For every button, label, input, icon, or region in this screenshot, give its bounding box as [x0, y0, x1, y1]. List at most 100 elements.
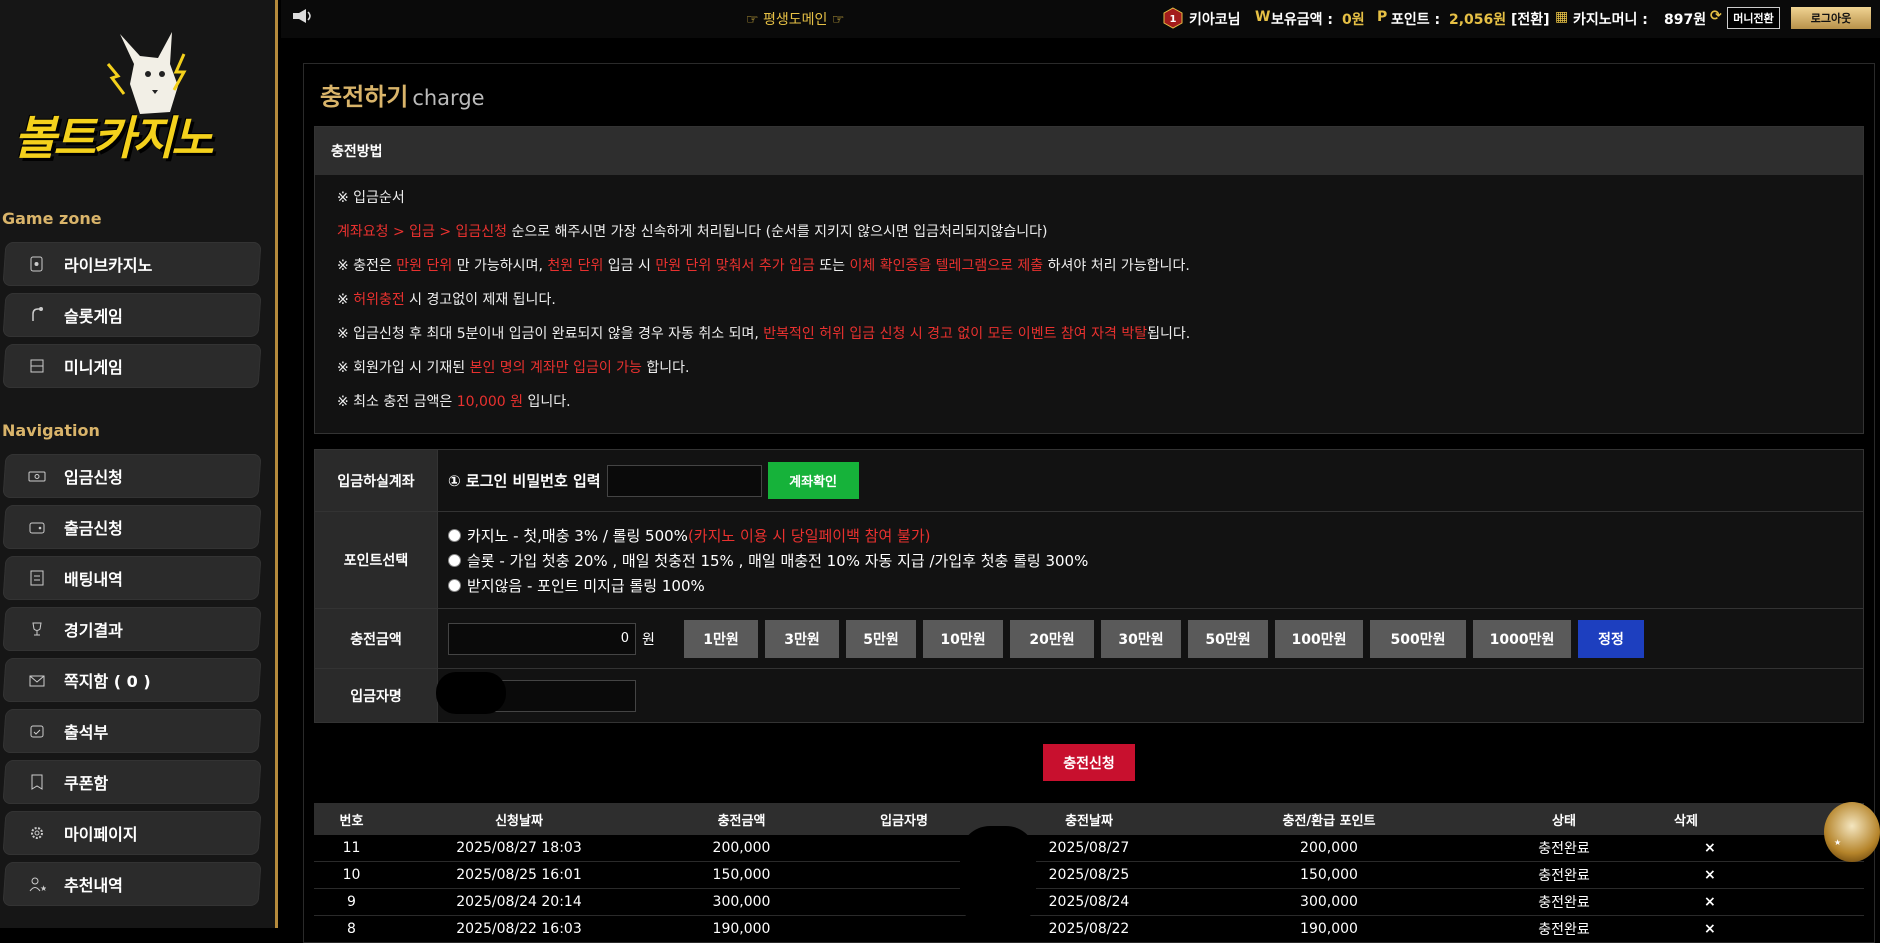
radio-button[interactable] — [448, 578, 461, 592]
svg-text:1: 1 — [1170, 14, 1177, 25]
sidebar-item-mail[interactable]: 쪽지함 ( 0 ) — [2, 658, 262, 702]
point-option-text: 카지노 - 첫,매충 3% / 롤링 500% — [467, 526, 688, 545]
casino-money-label: 카지노머니 : — [1573, 12, 1648, 28]
mini-game-icon — [26, 355, 48, 377]
point-convert-link[interactable]: [전환] — [1511, 9, 1550, 29]
point-label: 포인트 : — [1391, 12, 1441, 28]
point-select-label: 포인트선택 — [314, 511, 438, 609]
table-cell: 10 — [342, 867, 361, 883]
game-zone-title: Game zone — [2, 209, 102, 228]
redaction — [436, 672, 506, 714]
sidebar-item-slot[interactable]: 슬롯게임 — [2, 293, 262, 337]
logout-button[interactable]: 로그아웃 — [1791, 7, 1871, 29]
refresh-icon[interactable]: ⟳ — [1710, 8, 1722, 24]
point-option[interactable]: 받지않음 - 포인트 미지급 롤링 100% — [448, 573, 1862, 598]
column-header: 신청날짜 — [495, 813, 543, 829]
notice-line: ※ 최소 충전 금액은 10,000 원 입니다. — [337, 394, 571, 410]
sidebar-item-label: 출석부 — [64, 723, 109, 742]
point-icon: P — [1377, 9, 1388, 25]
point-option[interactable]: 슬롯 - 가입 첫충 20% , 매일 첫충전 15% , 매일 매충전 10%… — [448, 548, 1862, 573]
amount-button[interactable]: 3만원 — [765, 619, 839, 658]
column-header: 입금자명 — [880, 813, 928, 829]
radio-button[interactable] — [448, 553, 461, 567]
notice-header: 충전방법 — [315, 127, 1863, 175]
trophy-icon — [26, 618, 48, 640]
level-badge-icon: 1 — [1163, 7, 1183, 33]
delete-icon[interactable]: × — [1674, 840, 1784, 856]
table-cell: 2025/08/25 16:01 — [456, 867, 582, 883]
amount-button[interactable]: 20만원 — [1010, 619, 1094, 658]
table-cell: 2025/08/24 20:14 — [456, 894, 582, 910]
depositor-label: 입금자명 — [314, 668, 438, 723]
amount-input[interactable]: 0 — [448, 622, 636, 655]
reset-button[interactable]: 정정 — [1578, 619, 1644, 658]
page-title: 충전하기 charge — [320, 83, 485, 111]
username: 키아코님 — [1189, 12, 1241, 28]
point-option[interactable]: 카지노 - 첫,매충 3% / 롤링 500% (카지노 이용 시 당일페이백 … — [448, 523, 1862, 548]
radio-button[interactable] — [448, 528, 461, 542]
coupon-icon — [26, 771, 48, 793]
amount-button[interactable]: 30만원 — [1101, 619, 1181, 658]
balance-label: 보유금액 : — [1271, 12, 1333, 28]
delete-icon[interactable]: × — [1674, 867, 1784, 883]
submit-charge-button[interactable]: 충전신청 — [1043, 744, 1135, 781]
user-star-icon: ★ — [26, 873, 48, 895]
point-option-note: (카지노 이용 시 당일페이백 참여 불가) — [687, 526, 931, 545]
sidebar-item-card[interactable]: 라이브카지노 — [2, 242, 262, 286]
slot-icon — [26, 304, 48, 326]
password-input[interactable] — [606, 464, 762, 497]
customer-center-badge[interactable]: ★ — [1824, 802, 1880, 862]
megaphone-icon — [291, 8, 313, 28]
point-option-text: 받지않음 - 포인트 미지급 롤링 100% — [467, 576, 705, 595]
table-cell: 9 — [347, 894, 356, 910]
table-cell: 8 — [347, 921, 356, 937]
casino-money-value: 897원 — [1664, 12, 1707, 28]
brand-logo[interactable]: 볼트카지노 — [14, 24, 254, 165]
money-convert-button[interactable]: 머니전환 — [1727, 7, 1780, 29]
sidebar-item-gear[interactable]: 마이페이지 — [2, 811, 262, 855]
balance-value: 0원 — [1342, 12, 1365, 28]
sidebar-item-wallet[interactable]: 출금신청 — [2, 505, 262, 549]
column-header: 번호 — [339, 813, 364, 829]
sidebar-item-history[interactable]: 배팅내역 — [2, 556, 262, 600]
amount-button[interactable]: 50만원 — [1188, 619, 1268, 658]
history-icon — [26, 567, 48, 589]
amount-button[interactable]: 5만원 — [846, 619, 916, 658]
sidebar-item-label: 경기결과 — [64, 621, 123, 640]
charge-form: 입금하실계좌 ① 로그인 비밀번호 입력 계좌확인 포인트선택 카지노 - 첫,… — [314, 449, 1864, 723]
sidebar-item-money[interactable]: 입금신청 — [2, 454, 262, 498]
sidebar-item-label: 라이브카지노 — [64, 256, 153, 275]
delete-icon[interactable]: × — [1674, 894, 1784, 910]
table-cell: 충전완료 — [1538, 868, 1590, 884]
sidebar-item-label: 쿠폰함 — [64, 774, 109, 793]
navigation-title: Navigation — [2, 421, 100, 440]
amount-button[interactable]: 1000만원 — [1473, 619, 1571, 658]
sidebar-item-trophy[interactable]: 경기결과 — [2, 607, 262, 651]
brand-name: 볼트카지노 — [14, 111, 214, 165]
sidebar-item-label: 슬롯게임 — [64, 307, 123, 326]
sidebar-item-label: 추천내역 — [64, 876, 123, 895]
table-cell: 2025/08/27 18:03 — [456, 840, 582, 856]
delete-icon[interactable]: × — [1674, 921, 1784, 937]
column-header: 충전금액 — [717, 813, 766, 829]
amount-button[interactable]: 100만원 — [1275, 619, 1363, 658]
sidebar-item-label: 배팅내역 — [64, 570, 123, 589]
notice-line: ※ 입금순서 — [337, 190, 405, 206]
wallet-icon — [26, 516, 48, 538]
sidebar-item-user-star[interactable]: ★ 추천내역 — [2, 862, 262, 906]
notice-line: ※ 입금신청 후 최대 5분이내 입금이 완료되지 않을 경우 자동 취소 되며… — [337, 326, 1191, 342]
amount-button[interactable]: 500만원 — [1370, 619, 1466, 658]
password-prompt: ① 로그인 비밀번호 입력 — [448, 472, 601, 490]
table-cell: 150,000 — [712, 867, 771, 883]
amount-button[interactable]: 1만원 — [684, 619, 758, 658]
table-cell: 300,000 — [712, 894, 771, 910]
sidebar-item-coupon[interactable]: 쿠폰함 — [2, 760, 262, 804]
sidebar-item-calendar[interactable]: 출석부 — [2, 709, 262, 753]
sidebar-item-label: 출금신청 — [64, 519, 123, 538]
amount-button[interactable]: 10만원 — [923, 619, 1003, 658]
table-cell: 150,000 — [1300, 867, 1358, 883]
notice-line: ※ 회원가입 시 기재된 본인 명의 계좌만 입금이 가능 합니다. — [337, 360, 690, 376]
sidebar-item-mini-game[interactable]: 미니게임 — [2, 344, 262, 388]
check-account-button[interactable]: 계좌확인 — [767, 462, 859, 499]
sidebar-item-label: 미니게임 — [64, 358, 123, 377]
